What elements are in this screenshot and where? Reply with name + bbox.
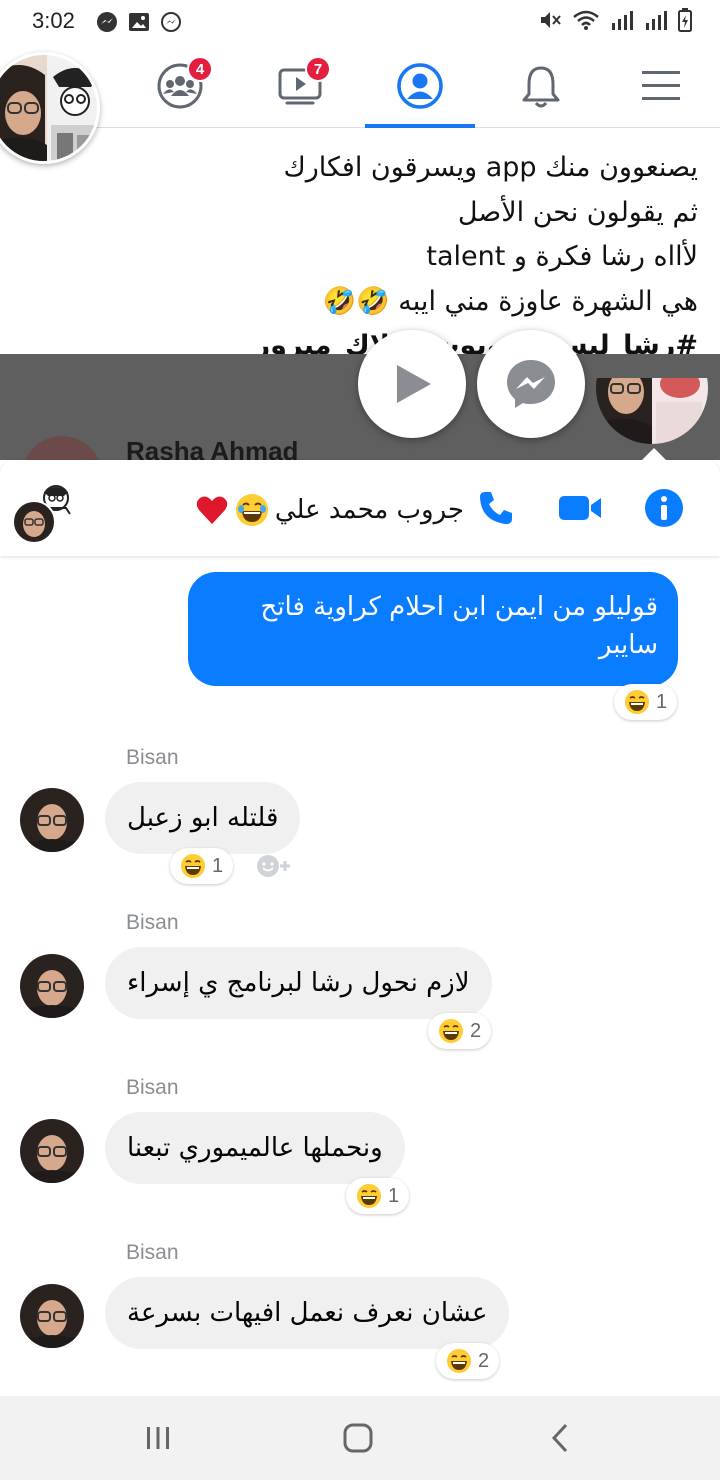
outgoing-message-bubble[interactable]: قوليلو من ايمن ابن احلام كراوية فاتح ساي… — [188, 572, 678, 686]
incoming-message-bubble[interactable]: لازم نحول رشا لبرنامج ي إسراء — [105, 947, 492, 1019]
video-chathead[interactable] — [358, 330, 466, 438]
red-heart-icon — [196, 496, 228, 524]
back-button[interactable] — [500, 1396, 620, 1480]
chat-header: جروب محمد علي — [0, 460, 720, 556]
laughing-emoji-icon — [357, 1184, 381, 1208]
post-line: ثم يقولون نحن الأصل — [457, 196, 698, 228]
nav-menu[interactable] — [606, 44, 716, 128]
add-reaction-button[interactable] — [252, 848, 298, 884]
messenger-notification-icon — [97, 12, 117, 32]
sender-avatar[interactable] — [20, 1119, 84, 1183]
profile-avatar-image — [0, 55, 97, 161]
phone-icon — [480, 492, 512, 524]
message-reaction[interactable]: 1 — [170, 848, 234, 884]
message-list[interactable]: قوليلو من ايمن ابن احلام كراوية فاتح ساي… — [0, 556, 720, 1396]
avatar-image — [20, 788, 84, 852]
nav-groups[interactable]: 4 — [125, 44, 235, 128]
watch-badge: 7 — [305, 56, 331, 82]
bell-icon — [522, 66, 560, 108]
avatar-image — [20, 1119, 84, 1183]
mute-icon — [541, 12, 561, 28]
avatar-image — [20, 1284, 84, 1348]
nav-profile[interactable] — [365, 44, 475, 128]
laughing-emoji-icon — [439, 1019, 463, 1043]
sender-name: Bisan — [126, 746, 179, 769]
messenger-chathead[interactable] — [477, 330, 585, 438]
group-avatar-art — [12, 485, 71, 544]
status-indicators — [538, 8, 692, 32]
reaction-count: 1 — [656, 690, 668, 713]
sender-name: Bisan — [126, 1241, 179, 1264]
gallery-notification-icon — [129, 13, 149, 31]
group-chathead[interactable] — [596, 378, 708, 444]
incoming-message-bubble[interactable]: قلتله ابو زعبل — [105, 782, 301, 854]
underlay-name: Rasha Ahmad — [126, 436, 299, 460]
facebook-nav-bar: 4 7 — [0, 44, 720, 128]
chat-title[interactable]: جروب محمد علي — [174, 488, 464, 532]
chat-title-text: جروب محمد علي — [274, 495, 464, 525]
post-line: لأااه رشا فكرة و talent — [426, 241, 698, 272]
signal-icon — [612, 11, 633, 30]
post-line: هي الشهرة عاوزة مني ايبه 🤣🤣 — [322, 285, 698, 317]
groups-badge: 4 — [187, 56, 213, 82]
status-bar: 3:02 — [0, 0, 720, 44]
incoming-message-bubble[interactable]: عشان نعرف نعمل افيهات بسرعة — [105, 1277, 510, 1349]
menu-icon — [642, 71, 680, 100]
reaction-count: 2 — [470, 1019, 482, 1042]
play-icon — [397, 365, 431, 403]
group-avatar-image — [596, 378, 708, 444]
add-reaction-icon — [257, 855, 290, 877]
reaction-count: 1 — [388, 1184, 400, 1207]
wifi-icon — [573, 10, 599, 30]
laughing-emoji-icon — [181, 854, 205, 878]
avatar-image — [20, 954, 84, 1018]
reaction-count: 1 — [212, 854, 224, 877]
reaction-count: 2 — [478, 1349, 490, 1372]
messenger-outline-icon — [161, 12, 181, 32]
messenger-icon — [507, 360, 555, 408]
sender-avatar[interactable] — [20, 954, 84, 1018]
video-call-button[interactable] — [556, 484, 604, 532]
group-avatar[interactable] — [12, 482, 71, 544]
recents-icon — [147, 1427, 169, 1449]
sender-avatar[interactable] — [20, 1284, 84, 1348]
chat-info-button[interactable] — [640, 484, 688, 532]
home-icon — [343, 1423, 373, 1453]
message-reaction[interactable]: 1 — [346, 1178, 410, 1214]
nav-watch[interactable]: 7 — [245, 44, 355, 128]
battery-icon — [678, 8, 692, 32]
incoming-message-bubble[interactable]: ونحملها عالميموري تبعنا — [105, 1112, 405, 1184]
back-icon — [551, 1423, 568, 1453]
message-reaction[interactable]: 2 — [428, 1013, 492, 1049]
voice-call-button[interactable] — [472, 484, 520, 532]
message-reaction[interactable]: 2 — [436, 1343, 500, 1379]
video-camera-icon — [559, 496, 601, 520]
nav-notifications[interactable] — [486, 44, 596, 128]
laughing-emoji-icon — [235, 494, 268, 526]
android-navigation-bar — [0, 1396, 720, 1480]
profile-icon — [397, 63, 443, 109]
message-reaction[interactable]: 1 — [614, 684, 678, 720]
sender-name: Bisan — [126, 911, 179, 934]
info-icon — [645, 489, 683, 527]
underlay-avatar — [22, 436, 102, 460]
signal-2-icon — [646, 11, 667, 30]
laughing-emoji-icon — [447, 1349, 471, 1373]
recents-button[interactable] — [98, 1396, 218, 1480]
status-time: 3:02 — [32, 8, 75, 33]
laughing-emoji-icon — [625, 690, 649, 714]
sender-name: Bisan — [126, 1076, 179, 1099]
sender-avatar[interactable] — [20, 788, 84, 852]
home-button[interactable] — [298, 1396, 418, 1480]
chat-header-pointer — [640, 448, 668, 462]
post-line: يصنعوون منك app ويسرقون افكارك — [283, 152, 698, 183]
